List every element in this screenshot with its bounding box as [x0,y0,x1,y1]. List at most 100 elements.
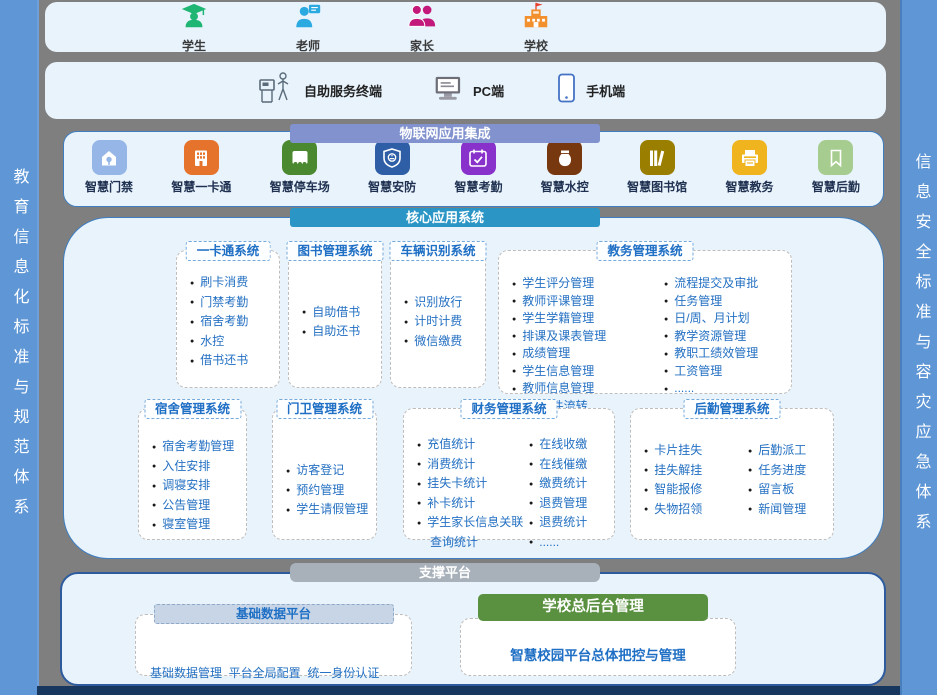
list-item: 教职工绩效管理 [664,345,758,363]
list-item: 宿舍考勤 [190,312,248,332]
card-title: 后勤管理系统 [683,399,780,419]
list-item: 留言板 [748,480,806,500]
list-item: 教师评课管理 [512,293,664,311]
card-title: 图书管理系统 [286,241,383,261]
core-section-header: 核心应用系统 [290,208,600,227]
terminal-label: PC端 [473,81,504,100]
actor-label: 学校 [524,37,548,54]
list-item: 公告管理 [152,496,234,516]
terminal-mobile: 手机端 [556,73,625,109]
card-library-system: 图书管理系统 自助借书 自助还书 [288,250,382,388]
attendance-icon [461,140,496,175]
list-item: 在线收缴 [529,435,587,455]
list-item: 学生学籍管理 [512,310,664,328]
teacher-icon [293,1,323,36]
iot-item-library: 智慧图书馆 [627,140,687,202]
admin-platform-card: 智慧校园平台总体把控与管理 [460,618,736,676]
smart-campus-architecture-diagram: 教育信息化标准与规范体系 信息安全标准与容灾应急体系 学生 老师 家长 [0,0,937,695]
list-item: 充值统计 [417,435,529,455]
list-item: 教师信息管理 [512,380,664,398]
actor-school: 学校 [505,1,567,54]
parking-icon [282,140,317,175]
iot-item-label: 智慧图书馆 [627,178,687,195]
card-academic-system: 教务管理系统 学生评分管理 教师评课管理 学生学籍管理 排课及课表管理 成绩管理… [498,250,792,394]
list-item: 水控 [190,332,248,352]
parents-icon [407,1,437,36]
academic-icon [732,140,767,175]
list-item: 学生信息管理 [512,363,664,381]
list-item: 识别放行 [404,293,462,313]
iot-item-label: 智慧一卡通 [171,178,231,195]
door-access-icon [92,140,127,175]
list-item: 门禁考勤 [190,293,248,313]
list-item: 调寝安排 [152,476,234,496]
iot-item-label: 智慧水控 [541,178,589,195]
card-title: 门卫管理系统 [276,399,373,419]
list-item: 任务管理 [664,293,758,311]
actors-row: 学生 老师 家长 学校 [45,2,886,52]
iot-item-security: 智慧安防 [368,140,416,202]
school-icon [521,1,551,36]
list-item: 排课及课表管理 [512,328,664,346]
list-item: 刷卡消费 [190,273,248,293]
card-title: 车辆识别系统 [389,241,486,261]
list-item: 失物招领 [644,500,748,520]
list-item: 日/周、月计划 [664,310,758,328]
logistics-icon [818,140,853,175]
iot-item-label: 智慧考勤 [454,178,502,195]
card-title: 财务管理系统 [460,399,557,419]
support-section-header: 支撑平台 [290,563,600,582]
list-item: ...... [664,380,758,398]
list-item: 自助还书 [302,322,360,342]
iot-item-logistics: 智慧后勤 [812,140,860,202]
list-item: 寝室管理 [152,515,234,535]
actor-label: 老师 [296,37,320,54]
list-item: 计时计费 [404,312,462,332]
base-data-platform-title: 基础数据平台 [154,604,394,624]
card-title: 一卡通系统 [186,241,271,261]
terminal-kiosk: 自助服务终端 [257,71,382,110]
card-finance-system: 财务管理系统 充值统计 消费统计 挂失卡统计 补卡统计 学生家长信息关联查询统计… [403,408,615,540]
list-item: 教学资源管理 [664,328,758,346]
card-title: 教务管理系统 [596,241,693,261]
list-item: 流程提交及审批 [664,275,758,293]
card-logistics-system: 后勤管理系统 卡片挂失 挂失解挂 智能报修 失物招领 后勤派工 任务进度 留言板… [630,408,834,540]
base-data-platform-card: 基础数据平台 基础数据管理 平台全局配置 统一身份认证 用户账户与权限管理 单点… [135,614,412,676]
phone-icon [556,73,577,109]
list-item: 工资管理 [664,363,758,381]
library-icon [640,140,675,175]
list-item: 成绩管理 [512,345,664,363]
card-title: 宿舍管理系统 [144,399,241,419]
iot-item-academic: 智慧教务 [726,140,774,202]
iot-item-water: 智慧水控 [541,140,589,202]
actor-student: 学生 [163,1,225,54]
list-item: 后勤派工 [748,441,806,461]
base-data-platform-functions: 基础数据管理 平台全局配置 统一身份认证 用户账户与权限管理 单点登录 [150,631,403,695]
left-sidebar-standards: 教育信息化标准与规范体系 [0,0,39,695]
terminal-label: 手机端 [586,81,625,100]
iot-item-label: 智慧门禁 [85,178,133,195]
onecard-icon [184,140,219,175]
list-item: 学生家长信息关联查询统计 [417,513,529,552]
iot-item-parking: 智慧停车场 [270,140,330,202]
list-item: ...... [529,533,587,553]
iot-items-row: 智慧门禁 智慧一卡通 智慧停车场 智慧安防 智慧考勤 [63,140,882,202]
iot-item-label: 智慧后勤 [812,178,860,195]
list-item: 任务进度 [748,461,806,481]
iot-section-header: 物联网应用集成 [290,124,600,143]
water-icon [547,140,582,175]
list-item: 自助借书 [302,303,360,323]
iot-item-door-access: 智慧门禁 [85,140,133,202]
base-platform-line1: 基础数据管理 平台全局配置 统一身份认证 [150,665,403,682]
kiosk-icon [257,71,295,110]
actor-parents: 家长 [391,1,453,54]
card-vehicle-system: 车辆识别系统 识别放行 计时计费 微信缴费 [390,250,486,388]
iot-item-onecard: 智慧一卡通 [171,140,231,202]
list-item: 预约管理 [286,481,368,501]
terminal-label: 自助服务终端 [304,81,382,100]
list-item: 访客登记 [286,461,368,481]
list-item: 退费统计 [529,513,587,533]
right-sidebar-security: 信息安全标准与容灾应急体系 [900,0,937,695]
card-onecard-system: 一卡通系统 刷卡消费 门禁考勤 宿舍考勤 水控 借书还书 [176,250,280,388]
list-item: 卡片挂失 [644,441,748,461]
